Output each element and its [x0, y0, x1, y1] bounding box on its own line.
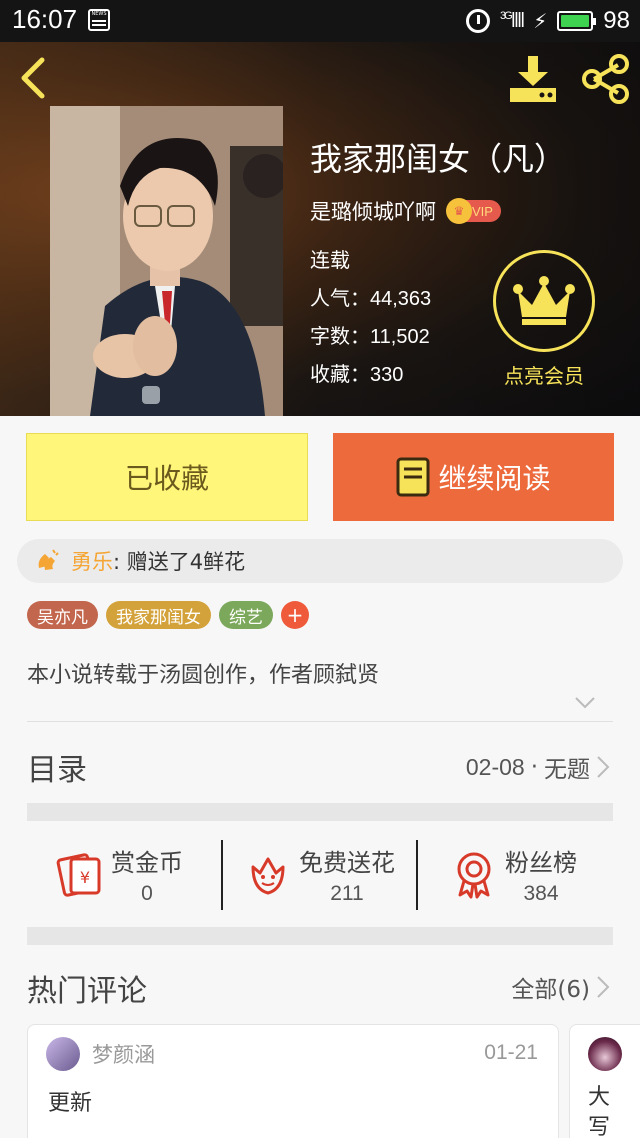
book-cover-image: [50, 106, 283, 416]
comment-text: 大写: [588, 1085, 611, 1138]
tag-chip[interactable]: 综艺: [219, 601, 273, 629]
stat-word-count: 字数：11,502: [310, 324, 430, 348]
avatar[interactable]: [588, 1037, 622, 1071]
crown-icon: ♛: [446, 198, 472, 224]
tag-chip[interactable]: 吴亦凡: [27, 601, 98, 629]
comment-card[interactable]: 大写: [569, 1024, 640, 1138]
toc-title: 目录: [27, 753, 87, 788]
chevron-right-icon: [597, 976, 610, 998]
free-flower-label: 免费送花: [299, 848, 395, 877]
comment-card[interactable]: 梦颜涵 01-21 更新: [27, 1024, 559, 1138]
reward-coins-item[interactable]: ¥ 赏金币 0: [55, 822, 183, 926]
gift-user: 勇乐: [71, 550, 113, 574]
status-bar: 16:07 NEWS 3G‖‖ ⚡ 98: [0, 0, 640, 42]
reward-coins-label: 赏金币: [111, 848, 183, 877]
comment-text: 更新: [48, 1091, 93, 1116]
separator: [416, 840, 418, 910]
author-name[interactable]: 是璐倾城吖啊: [310, 196, 436, 226]
gift-notice-bar[interactable]: 勇乐 : 赠送了4鲜花: [17, 539, 623, 583]
battery-icon: [557, 11, 597, 31]
avatar[interactable]: [46, 1037, 80, 1071]
comment-date: 01-21: [484, 1041, 538, 1064]
vip-badge: ♛ VIP: [446, 198, 501, 224]
tag-list: 吴亦凡 我家那闺女 综艺 +: [27, 601, 309, 629]
chevron-right-icon: [597, 756, 610, 778]
fan-rank-value: 384: [523, 881, 559, 905]
charging-icon: ⚡: [533, 9, 548, 33]
svg-text:¥: ¥: [80, 868, 90, 887]
red-envelope-icon: ¥: [56, 853, 101, 897]
book-header: 我家那闺女（凡） 是璐倾城吖啊 ♛ VIP 连载 人气：44,363 字数：11,…: [0, 42, 640, 416]
continue-reading-button[interactable]: 继续阅读: [333, 433, 614, 521]
toc-latest-chapter[interactable]: 02-08 · 无题: [466, 750, 610, 784]
hot-comments-title: 热门评论: [27, 974, 147, 1009]
back-icon[interactable]: [14, 56, 54, 100]
favorited-button[interactable]: 已收藏: [26, 433, 308, 521]
reward-coins-value: 0: [141, 881, 153, 905]
book-description: 本小说转载于汤圆创作，作者顾弑贤: [27, 663, 380, 688]
book-icon: [396, 457, 430, 497]
serial-status: 连载: [310, 248, 350, 272]
divider: [27, 721, 613, 722]
all-comments-link[interactable]: 全部(6): [511, 970, 610, 1004]
author-row: 是璐倾城吖啊 ♛ VIP: [310, 196, 501, 226]
tag-chip[interactable]: 我家那闺女: [106, 601, 211, 629]
book-title: 我家那闺女（凡）: [310, 140, 567, 178]
fan-rank-label: 粉丝榜: [505, 848, 577, 877]
section-divider: [27, 803, 613, 821]
section-divider: [27, 927, 613, 945]
light-member-button[interactable]: 点亮会员: [492, 250, 596, 390]
signal-icon: 3G‖‖: [500, 9, 525, 32]
news-icon: NEWS: [88, 9, 110, 31]
free-flower-value: 211: [330, 881, 364, 905]
flower-icon: [251, 857, 285, 895]
add-tag-button[interactable]: +: [281, 601, 309, 629]
fan-rank-item[interactable]: 粉丝榜 384: [449, 822, 577, 926]
alarm-icon: [466, 9, 491, 33]
download-icon[interactable]: [506, 54, 560, 104]
status-time: 16:07: [12, 4, 78, 34]
comment-author: 梦颜涵: [92, 1043, 155, 1067]
separator: [221, 840, 223, 910]
network-type: 3G: [500, 9, 513, 22]
rank-badge-icon: [457, 852, 491, 899]
crown-icon: [493, 250, 595, 352]
clap-icon: [38, 549, 59, 570]
stat-favorites: 收藏：330: [310, 362, 404, 386]
light-member-label: 点亮会员: [504, 364, 584, 388]
support-stats-row: ¥ 赏金币 0 免费送花 211 粉丝榜 384: [27, 822, 613, 926]
gift-text: : 赠送了4鲜花: [113, 550, 246, 574]
free-flower-item[interactable]: 免费送花 211: [243, 822, 395, 926]
book-detail-page: 16:07 NEWS 3G‖‖ ⚡ 98 我家那闺女（凡） 是璐倾城吖啊 ♛ V…: [0, 0, 640, 1138]
stat-popularity: 人气：44,363: [310, 286, 432, 310]
battery-percent: 98: [603, 7, 630, 34]
share-icon[interactable]: [580, 54, 630, 104]
chevron-down-icon[interactable]: [574, 696, 596, 710]
